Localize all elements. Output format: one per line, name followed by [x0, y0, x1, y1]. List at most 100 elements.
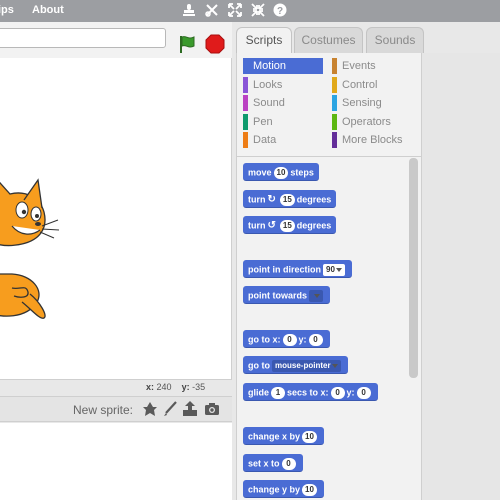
block-go-to-xy[interactable]: go to x: 0 y: 0 — [243, 330, 330, 348]
palette-scrollbar[interactable] — [409, 158, 418, 378]
category-sound[interactable]: Sound — [243, 95, 323, 111]
block-text: go to — [248, 360, 270, 371]
block-point-in-direction[interactable]: point in direction 90 — [243, 260, 352, 278]
data-swatch — [243, 132, 248, 148]
category-sensing[interactable]: Sensing — [332, 95, 412, 111]
category-motion[interactable]: Motion — [243, 58, 323, 74]
block-glide[interactable]: glide 1 secs to x: 0 y: 0 — [243, 383, 378, 401]
tab-costumes[interactable]: Costumes — [294, 27, 363, 53]
category-label: Pen — [253, 116, 273, 128]
block-text: y: — [346, 387, 355, 398]
menubar: ips About ? — [0, 0, 500, 22]
block-text: change y by — [248, 484, 301, 495]
category-label: Looks — [253, 79, 283, 91]
category-label: Operators — [342, 116, 391, 128]
shrink-icon[interactable] — [251, 3, 265, 17]
block-point-towards[interactable]: point towards — [243, 286, 330, 304]
grow-icon[interactable] — [228, 3, 242, 17]
more-blocks-swatch — [332, 132, 337, 148]
sensing-swatch — [332, 95, 337, 111]
block-turn-right[interactable]: turn ↻ 15 degrees — [243, 190, 337, 208]
control-swatch — [332, 77, 337, 93]
sprite-pane-header: New sprite: — [0, 396, 232, 422]
block-set-x[interactable]: set x to 0 — [243, 454, 303, 472]
camera-icon[interactable] — [204, 401, 220, 417]
category-label: Sensing — [342, 97, 382, 109]
towards-dropdown[interactable] — [309, 289, 323, 302]
block-text: change x by — [248, 431, 301, 442]
block-change-y[interactable]: change y by 10 — [243, 480, 324, 498]
events-swatch — [332, 58, 337, 74]
cut-scissors-icon[interactable] — [205, 3, 219, 17]
category-pen[interactable]: Pen — [243, 114, 323, 130]
tab-sounds[interactable]: Sounds — [366, 27, 424, 53]
rotate-counterclockwise-icon: ↺ — [267, 219, 276, 231]
help-icon[interactable]: ? — [273, 3, 287, 17]
x-set-input[interactable]: 0 — [281, 457, 296, 470]
paint-brush-icon[interactable] — [162, 401, 178, 417]
block-text: point towards — [248, 290, 307, 301]
steps-input[interactable]: 10 — [273, 166, 289, 179]
block-text: turn — [248, 194, 266, 205]
scripts-area[interactable] — [421, 53, 500, 500]
x-change-input[interactable]: 10 — [302, 430, 317, 443]
category-data[interactable]: Data — [243, 132, 323, 148]
x-input[interactable]: 0 — [282, 333, 297, 346]
y-value: -35 — [192, 382, 206, 392]
category-more-blocks[interactable]: More Blocks — [332, 132, 416, 148]
block-text: point in direction — [248, 264, 321, 275]
sound-swatch — [243, 95, 248, 111]
cat-sprite[interactable] — [0, 170, 62, 322]
upload-sprite-icon[interactable] — [182, 401, 198, 417]
menu-about[interactable]: About — [32, 4, 64, 16]
duplicate-stamp-icon[interactable] — [182, 3, 196, 17]
category-looks[interactable]: Looks — [243, 77, 323, 93]
block-turn-left[interactable]: turn ↺ 15 degrees — [243, 216, 337, 234]
y-input[interactable]: 0 — [356, 386, 371, 399]
looks-swatch — [243, 77, 248, 93]
sprite-list-pane[interactable] — [0, 423, 232, 500]
block-text: set x to — [248, 458, 280, 469]
svg-text:?: ? — [277, 6, 283, 17]
category-label: Sound — [253, 97, 285, 109]
block-text: degrees — [296, 194, 332, 205]
y-change-input[interactable]: 10 — [302, 483, 317, 496]
category-operators[interactable]: Operators — [332, 114, 412, 130]
rotate-clockwise-icon: ↻ — [267, 193, 276, 205]
green-flag-icon[interactable] — [178, 34, 196, 54]
category-label: Motion — [253, 60, 287, 72]
block-text: steps — [290, 167, 314, 178]
stage-canvas[interactable] — [0, 58, 232, 380]
block-text: glide — [248, 387, 270, 398]
block-text: degrees — [296, 220, 332, 231]
x-label: x: — [146, 382, 155, 392]
palette-divider — [236, 156, 421, 157]
go-to-dropdown[interactable]: mouse-pointer — [272, 359, 341, 372]
new-sprite-label: New sprite: — [73, 403, 134, 417]
category-events[interactable]: Events — [332, 58, 412, 74]
degrees-input[interactable]: 15 — [279, 219, 295, 232]
y-input[interactable]: 0 — [308, 333, 323, 346]
category-label: Data — [253, 134, 277, 146]
category-label: More Blocks — [342, 134, 403, 146]
block-change-x[interactable]: change x by 10 — [243, 427, 324, 445]
block-text: turn — [248, 220, 266, 231]
block-text: secs to x: — [287, 387, 329, 398]
mouse-coordinates: x: 240 y: -35 — [146, 382, 205, 392]
direction-dropdown[interactable]: 90 — [323, 263, 345, 276]
x-input[interactable]: 0 — [330, 386, 345, 399]
pen-swatch — [243, 114, 248, 130]
degrees-input[interactable]: 15 — [279, 193, 295, 206]
category-control[interactable]: Control — [332, 77, 412, 93]
menu-tips[interactable]: ips — [0, 4, 14, 16]
block-text: y: — [298, 334, 307, 345]
block-move-steps[interactable]: move 10 steps — [243, 163, 319, 181]
stop-icon[interactable] — [205, 34, 225, 54]
project-title-input[interactable] — [0, 28, 166, 48]
tab-scripts[interactable]: Scripts — [236, 27, 292, 54]
y-label: y: — [181, 382, 190, 392]
secs-input[interactable]: 1 — [271, 386, 286, 399]
block-go-to[interactable]: go to mouse-pointer — [243, 356, 348, 374]
category-label: Events — [342, 60, 376, 72]
choose-sprite-library-icon[interactable] — [142, 401, 158, 417]
